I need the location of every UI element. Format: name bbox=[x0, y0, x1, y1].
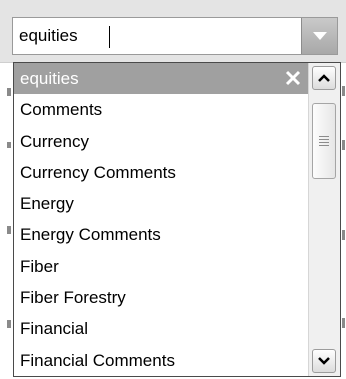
list-item-label: Fiber bbox=[20, 256, 59, 276]
list-item-label: equities bbox=[20, 69, 79, 88]
combo-dropdown-button[interactable] bbox=[301, 18, 337, 54]
dropdown-options: equities Comments Currency Currency Comm… bbox=[14, 63, 308, 376]
list-item[interactable]: Energy Comments bbox=[14, 219, 308, 250]
list-item-label: Financial Comments bbox=[20, 350, 175, 370]
text-caret bbox=[109, 26, 110, 48]
chevron-up-icon bbox=[318, 69, 330, 87]
list-item[interactable]: Fiber bbox=[14, 251, 308, 282]
list-item[interactable]: Currency Comments bbox=[14, 157, 308, 188]
list-item[interactable]: Fiber Forestry bbox=[14, 282, 308, 313]
list-item-label: Energy bbox=[20, 194, 74, 214]
background-edge-mark bbox=[342, 86, 345, 96]
dropdown-list: equities Comments Currency Currency Comm… bbox=[13, 62, 341, 377]
background-edge-mark bbox=[7, 320, 11, 328]
list-item[interactable]: Comments bbox=[14, 94, 308, 125]
background-edge-mark bbox=[342, 230, 345, 240]
chevron-down-icon bbox=[312, 32, 327, 40]
background-edge-mark bbox=[342, 140, 345, 150]
list-item-label: Energy Comments bbox=[20, 225, 161, 245]
list-item[interactable]: Financial Comments bbox=[14, 345, 308, 376]
list-item[interactable]: Financial bbox=[14, 313, 308, 344]
chevron-down-icon bbox=[318, 352, 330, 370]
close-icon[interactable] bbox=[284, 69, 302, 87]
list-item-selected[interactable]: equities bbox=[14, 63, 308, 95]
list-item-label: Financial bbox=[20, 319, 89, 339]
page: equities Comments Currency Currency Comm… bbox=[0, 0, 346, 379]
list-item-label: Currency Comments bbox=[20, 162, 176, 182]
filter-combo-box[interactable] bbox=[12, 17, 338, 55]
background-edge-mark bbox=[7, 88, 11, 96]
scrollbar-thumb[interactable] bbox=[312, 103, 336, 179]
vertical-scrollbar[interactable] bbox=[308, 63, 340, 376]
background-edge-mark bbox=[7, 226, 11, 234]
background-edge-mark bbox=[342, 318, 345, 328]
list-item-label: Fiber Forestry bbox=[20, 288, 126, 308]
list-item[interactable]: Currency bbox=[14, 126, 308, 157]
grip-icon bbox=[319, 134, 329, 148]
list-item[interactable]: Energy bbox=[14, 188, 308, 219]
scroll-down-button[interactable] bbox=[312, 349, 336, 373]
background-edge-mark bbox=[7, 142, 11, 148]
scroll-up-button[interactable] bbox=[312, 66, 336, 90]
list-item-label: Currency bbox=[20, 131, 89, 151]
list-item-label: Comments bbox=[20, 100, 103, 120]
combo-input[interactable] bbox=[13, 18, 301, 54]
